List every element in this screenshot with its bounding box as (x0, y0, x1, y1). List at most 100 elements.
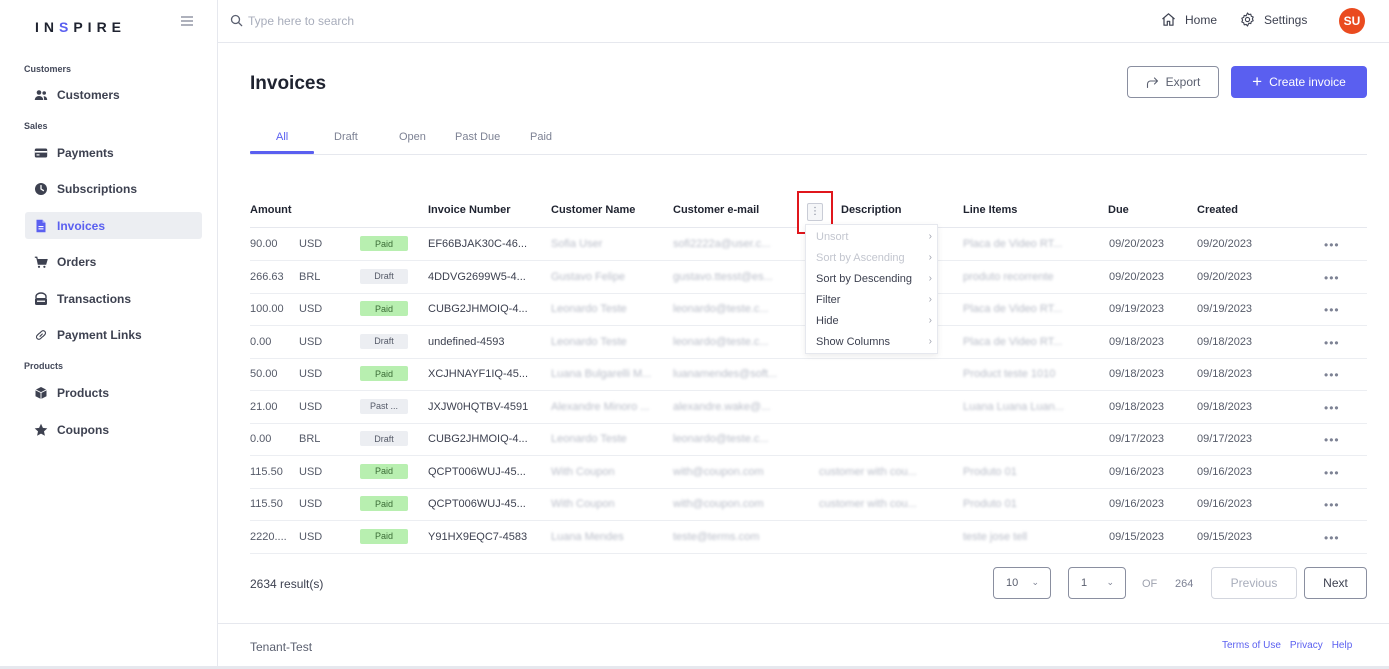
privacy-link[interactable]: Privacy (1290, 640, 1323, 651)
currency-cell: USD (299, 368, 323, 380)
menu-item-sort-descending[interactable]: Sort by Descending › (816, 273, 932, 285)
row-actions-icon[interactable]: ••• (1324, 271, 1340, 285)
customer-email-cell: with@coupon.com (673, 498, 764, 510)
sidebar-item-orders[interactable]: Orders (25, 248, 202, 275)
row-actions-icon[interactable]: ••• (1324, 531, 1340, 545)
previous-button[interactable]: Previous (1211, 567, 1297, 599)
currency-cell: USD (299, 335, 323, 348)
row-actions-icon[interactable]: ••• (1324, 466, 1340, 480)
users-icon (34, 88, 48, 102)
sidebar-item-payments[interactable]: Payments (25, 139, 202, 166)
menu-item-filter[interactable]: Filter › (816, 294, 932, 306)
menu-item-label: Filter (816, 294, 841, 306)
currency-cell: USD (299, 530, 323, 543)
create-invoice-button[interactable]: + Create invoice (1231, 66, 1367, 98)
invoice-number-cell[interactable]: XCJHNAYF1IQ-45... (428, 368, 528, 380)
menu-item-unsort[interactable]: Unsort › (816, 231, 932, 243)
invoice-number-cell[interactable]: JXJW0HQTBV-4591 (428, 401, 528, 413)
customer-name-cell: With Coupon (551, 498, 615, 510)
row-actions-icon[interactable]: ••• (1324, 401, 1340, 415)
column-header-description[interactable]: Description (841, 204, 902, 216)
home-link[interactable]: Home (1161, 12, 1217, 27)
column-header-invoice-number[interactable]: Invoice Number (428, 204, 511, 216)
export-button[interactable]: Export (1127, 66, 1219, 98)
table-row[interactable]: 0.00 BRL Draft CUBG2JHMOIQ-4... Leonardo Tes… (250, 423, 1367, 456)
sidebar-item-coupons[interactable]: Coupons (25, 416, 202, 443)
table-row[interactable]: 2220.... USD Paid Y91HX9EQC7-4583 Luana Mend… (250, 521, 1367, 554)
help-link[interactable]: Help (1332, 640, 1353, 651)
tab-paid[interactable]: Paid (530, 131, 552, 143)
settings-link[interactable]: Settings (1240, 12, 1307, 27)
brand-text-suffix: PIRE (73, 19, 127, 35)
menu-item-sort-ascending[interactable]: Sort by Ascending › (816, 252, 932, 264)
column-header-due[interactable]: Due (1108, 204, 1129, 216)
search-icon (230, 14, 243, 27)
chevron-right-icon: › (928, 294, 932, 305)
invoice-number-cell[interactable]: QCPT006WUJ-45... (428, 466, 526, 478)
sidebar-item-transactions[interactable]: Transactions (25, 285, 202, 312)
create-invoice-label: Create invoice (1269, 75, 1346, 89)
tab-draft[interactable]: Draft (334, 131, 358, 143)
row-actions-icon[interactable]: ••• (1324, 498, 1340, 512)
tab-all[interactable]: All (276, 131, 288, 143)
clock-icon (34, 182, 48, 196)
chevron-down-icon: ⌄ (1031, 577, 1039, 587)
row-actions-icon[interactable]: ••• (1324, 368, 1340, 382)
sidebar-item-customers[interactable]: Customers (25, 81, 202, 108)
column-header-created[interactable]: Created (1197, 204, 1238, 216)
customer-name-cell: Leonardo Teste (551, 303, 627, 315)
avatar[interactable]: SU (1339, 8, 1365, 34)
sidebar-item-label: Payment Links (57, 327, 142, 342)
currency-cell: USD (299, 498, 323, 510)
sidebar-item-subscriptions[interactable]: Subscriptions (25, 175, 202, 202)
created-date-cell: 09/17/2023 (1197, 433, 1253, 445)
currency-cell: USD (299, 238, 323, 250)
invoice-number-cell[interactable]: 4DDVG2699W5-4... (428, 271, 526, 283)
page-size-select[interactable]: 10 ⌄ (993, 567, 1051, 599)
sidebar-item-label: Coupons (57, 422, 109, 437)
line-items-cell: Placa de Video RT... (963, 303, 1063, 315)
column-header-customer-name[interactable]: Customer Name (551, 204, 635, 216)
page-title: Invoices (250, 73, 327, 94)
sidebar: INSPIRE Customers Customers Sales Paymen… (0, 0, 218, 669)
wallet-icon (34, 291, 48, 306)
search-input[interactable] (248, 10, 548, 32)
column-header-customer-email[interactable]: Customer e-mail (673, 204, 759, 216)
sidebar-item-products[interactable]: Products (25, 379, 202, 406)
hamburger-menu-icon[interactable] (180, 14, 194, 28)
invoice-number-cell[interactable]: Y91HX9EQC7-4583 (428, 531, 527, 543)
column-header-amount[interactable]: Amount (250, 204, 292, 216)
currency-cell: BRL (299, 433, 321, 445)
footer-divider (218, 623, 1389, 624)
invoice-number-cell[interactable]: undefined-4593 (428, 336, 504, 348)
customer-name-cell: Leonardo Teste (551, 335, 627, 348)
row-actions-icon[interactable]: ••• (1324, 433, 1340, 447)
table-row[interactable]: 50.00 USD Paid XCJHNAYF1IQ-45... Luana Bulga… (250, 358, 1367, 391)
table-row[interactable]: 115.50 USD Paid QCPT006WUJ-45... With Coupon… (250, 456, 1367, 489)
row-actions-icon[interactable]: ••• (1324, 303, 1340, 317)
table-row[interactable]: 21.00 USD Past ... JXJW0HQTBV-4591 Alexandre… (250, 391, 1367, 424)
page-number-value: 1 (1081, 577, 1088, 589)
page-number-select[interactable]: 1 ⌄ (1068, 567, 1126, 599)
column-header-line-items[interactable]: Line Items (963, 204, 1017, 216)
tab-past-due[interactable]: Past Due (455, 131, 500, 143)
line-items-cell: Product teste 1010 (963, 368, 1056, 380)
table-row[interactable]: 115.50 USD Paid QCPT006WUJ-45... With Coupon… (250, 488, 1367, 521)
menu-item-hide[interactable]: Hide › (816, 315, 932, 327)
row-actions-icon[interactable]: ••• (1324, 336, 1340, 350)
brand-logo[interactable]: INSPIRE (35, 19, 126, 35)
menu-item-show-columns[interactable]: Show Columns › (816, 336, 932, 348)
status-tabs: All Draft Open Past Due Paid (250, 124, 1367, 155)
of-label: OF (1142, 578, 1158, 590)
sidebar-item-invoices[interactable]: Invoices (25, 212, 202, 239)
row-actions-icon[interactable]: ••• (1324, 238, 1340, 252)
sidebar-item-payment-links[interactable]: Payment Links (25, 321, 202, 348)
invoice-number-cell[interactable]: EF66BJAK30C-46... (428, 238, 527, 250)
invoice-number-cell[interactable]: QCPT006WUJ-45... (428, 498, 526, 510)
customer-name-cell: Luana Bulgarelli M... (551, 368, 652, 380)
terms-link[interactable]: Terms of Use (1222, 640, 1281, 651)
next-button[interactable]: Next (1304, 567, 1367, 599)
invoice-number-cell[interactable]: CUBG2JHMOIQ-4... (428, 433, 528, 445)
tab-open[interactable]: Open (399, 131, 426, 143)
invoice-number-cell[interactable]: CUBG2JHMOIQ-4... (428, 303, 528, 315)
